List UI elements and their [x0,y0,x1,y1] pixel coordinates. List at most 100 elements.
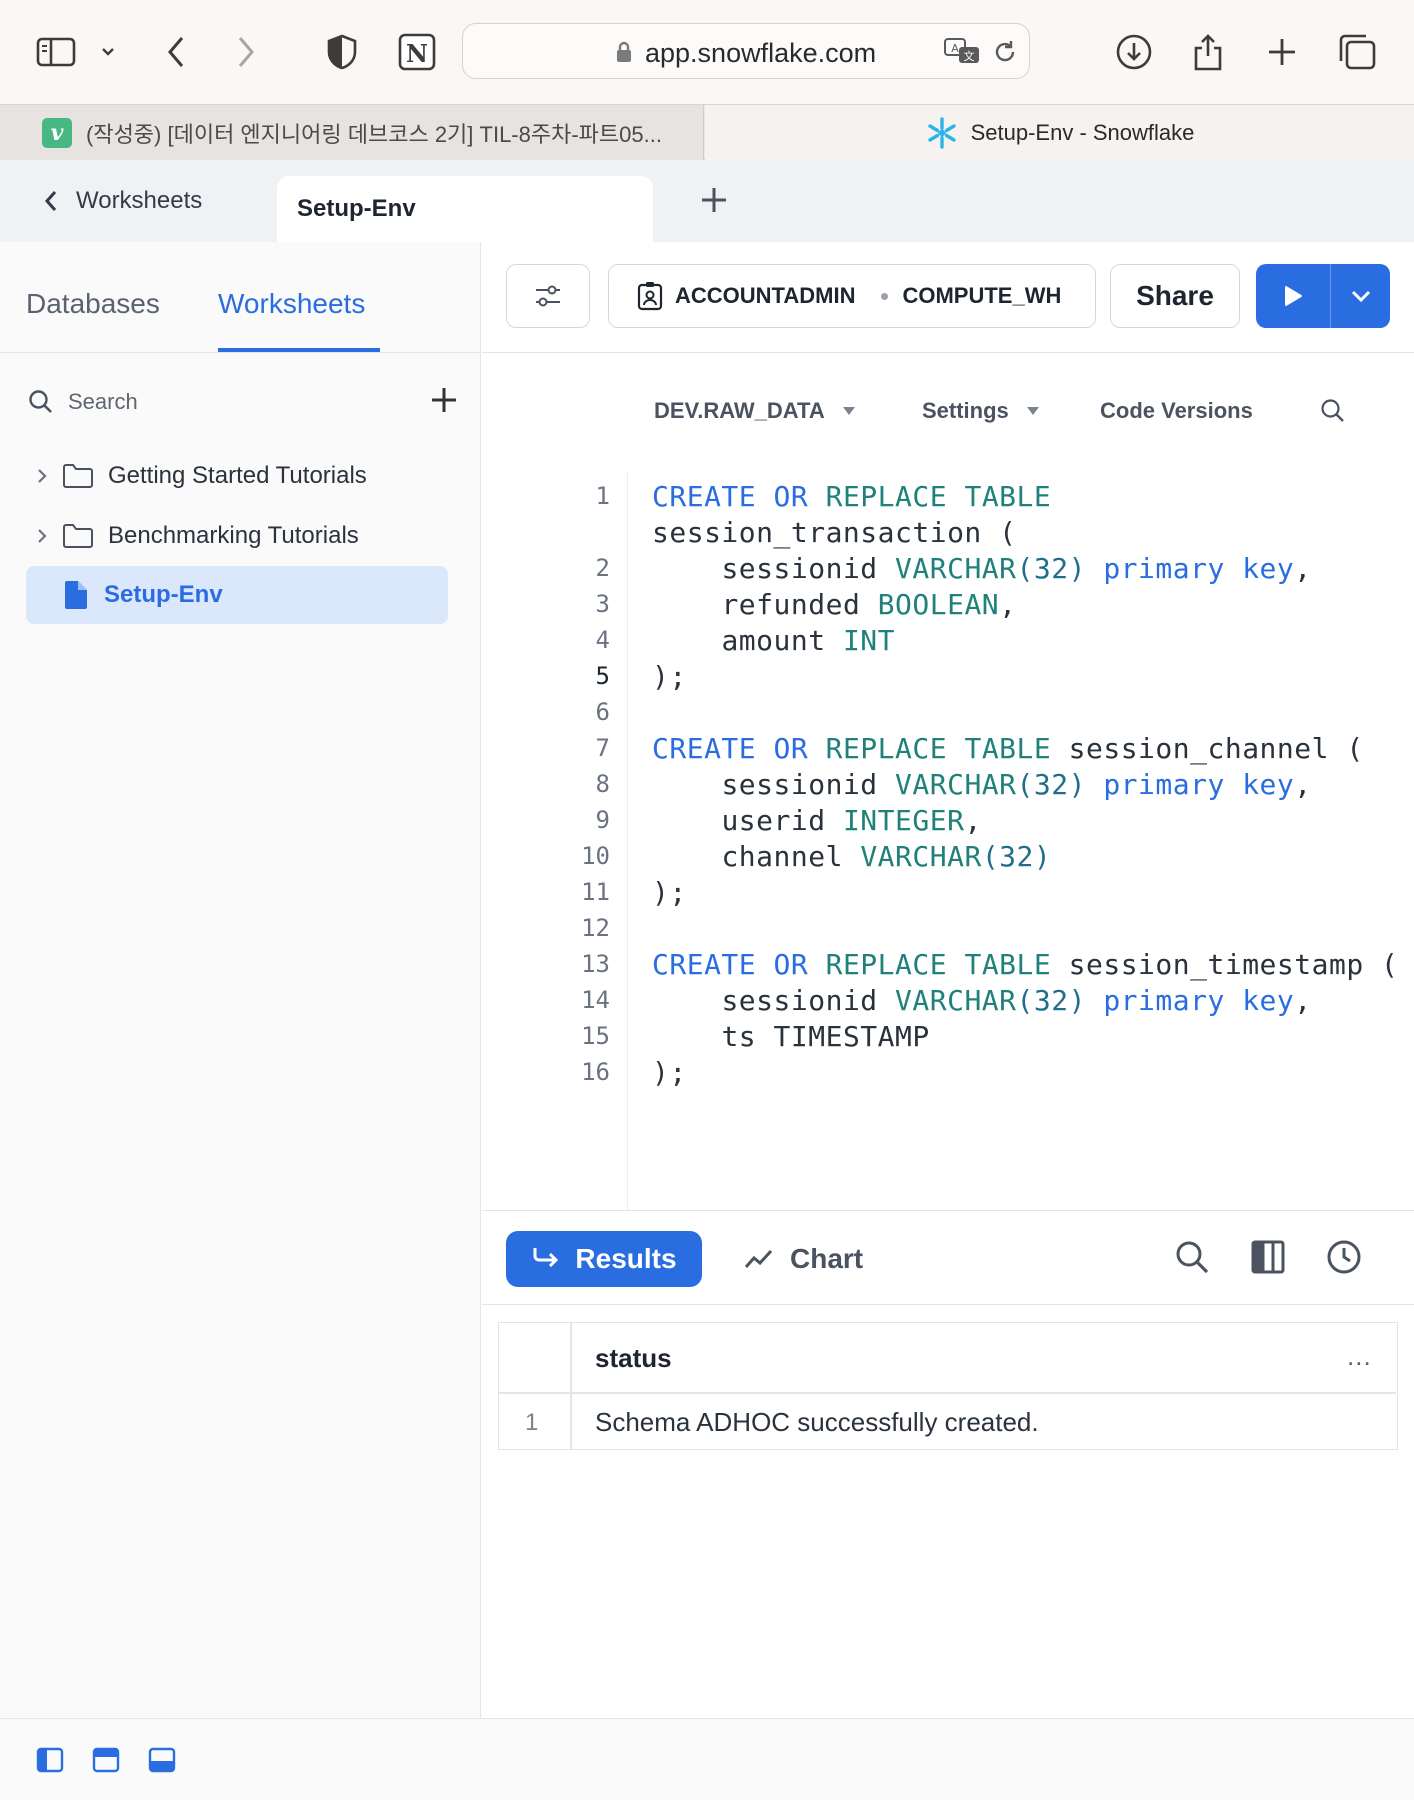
line-number: 15 [581,1022,610,1050]
tab-databases[interactable]: Databases [26,288,160,320]
search-input[interactable]: Search [28,382,458,422]
add-worksheet-button[interactable] [430,382,458,422]
results-tab-button[interactable]: Results [506,1231,702,1287]
download-icon[interactable] [1114,24,1154,80]
results-toolbar: Results Chart [482,1210,1414,1305]
tab-overview-icon[interactable] [1336,24,1378,80]
editor-toolbar: ACCOUNTADMIN COMPUTE_WH Share [482,242,1414,353]
address-bar[interactable]: app.snowflake.com A文 [462,23,1030,79]
columns-icon[interactable] [1250,1239,1286,1275]
chevron-right-icon[interactable] [36,527,48,545]
forward-icon[interactable] [230,24,262,80]
worksheet-label: Setup-Env [104,581,223,608]
line-number: 7 [595,734,610,762]
separator-dot [881,292,889,300]
bottom-panel-toggle-icon[interactable] [148,1747,176,1773]
run-options-button[interactable] [1331,264,1390,328]
notion-extension-icon[interactable]: N [396,24,438,80]
line-number: 11 [581,878,610,906]
plus-icon [432,388,456,412]
left-panel-toggle-icon[interactable] [36,1747,64,1773]
role-warehouse-selector[interactable]: ACCOUNTADMIN COMPUTE_WH [608,264,1096,328]
chevron-right-icon[interactable] [36,467,48,485]
settings-label: Settings [922,398,1009,423]
share-button[interactable]: Share [1110,264,1240,328]
add-worksheet-tab-button[interactable] [700,186,728,217]
code-line: ts TIMESTAMP [721,1020,930,1053]
sidebar: Databases Worksheets Search Getting Star… [0,242,481,1718]
settings-dropdown[interactable]: Settings [922,398,1039,424]
row-number: 1 [525,1409,539,1436]
role-name: ACCOUNTADMIN [675,283,856,308]
svg-text:A: A [951,42,959,55]
search-icon[interactable] [1320,398,1346,424]
lock-icon [617,41,631,62]
column-menu-button[interactable]: ... [1347,1341,1372,1372]
gutter-divider [627,472,628,1210]
sidebar-tabs: Databases Worksheets [0,242,480,353]
reload-icon[interactable] [991,38,1019,66]
folder-icon [63,524,93,548]
filter-settings-button[interactable] [506,264,590,328]
new-tab-icon[interactable] [1264,24,1300,80]
play-icon [1285,286,1302,306]
warehouse-name: COMPUTE_WH [902,283,1062,308]
code-line: sessionid VARCHAR(32) primary key, [721,768,1312,801]
back-to-worksheets-button[interactable]: Worksheets [44,186,202,216]
sliders-icon [536,285,560,307]
code-versions-label: Code Versions [1100,398,1253,423]
code-line: CREATE OR REPLACE TABLE [652,480,1052,513]
line-number: 8 [595,770,610,798]
table-cell-status[interactable]: Schema ADHOC successfully created. [595,1407,1039,1438]
chevron-left-icon [44,191,57,211]
chevron-down-icon [1351,290,1370,303]
browser-toolbar: N app.snowflake.com A文 [0,0,1414,104]
code-line: CREATE OR REPLACE TABLE session_timestam… [652,948,1399,981]
grid-divider [570,1323,572,1449]
code-line: amount INT [721,624,896,657]
results-panel: status ... 1 Schema ADHOC successfully c… [482,1306,1414,1718]
caret-down-icon [842,407,855,415]
code-versions-button[interactable]: Code Versions [1100,398,1253,424]
line-number: 14 [581,986,610,1014]
code-line: userid INTEGER, [721,804,982,837]
worksheet-file-icon [65,581,87,609]
line-number: 6 [595,698,610,726]
translate-icon[interactable]: A文 [943,36,981,66]
column-header-status[interactable]: status [595,1343,672,1374]
privacy-shield-icon[interactable] [324,24,360,80]
chart-tab-button[interactable]: Chart [744,1231,863,1287]
active-tab-indicator [218,348,380,352]
database-schema-selector[interactable]: DEV.RAW_DATA [654,398,855,424]
folder-getting-started-tutorials[interactable]: Getting Started Tutorials [26,447,448,505]
code-line: ); [652,876,687,909]
tab-worksheets[interactable]: Worksheets [218,288,365,320]
top-panel-toggle-icon[interactable] [92,1747,120,1773]
chevron-down-icon[interactable] [98,24,118,80]
history-clock-icon[interactable] [1326,1239,1362,1275]
worksheet-tab-active[interactable]: Setup-Env [277,176,653,242]
folder-benchmarking-tutorials[interactable]: Benchmarking Tutorials [26,507,448,565]
worksheet-item-setup-env[interactable]: Setup-Env [26,566,448,624]
search-placeholder: Search [68,389,138,414]
search-icon [29,390,52,413]
browser-tab-snowflake[interactable]: Setup-Env - Snowflake [705,105,1414,160]
chart-label: Chart [790,1243,864,1274]
share-icon[interactable] [1190,24,1226,80]
code-line: session_transaction ( [652,516,1017,549]
sql-editor[interactable]: 1 2 3 4 5 6 7 8 9 10 11 12 13 14 15 16 C… [482,466,1414,1210]
line-number: 10 [581,842,610,870]
run-button[interactable] [1256,264,1330,328]
code-line: ); [652,660,687,693]
line-number: 16 [581,1058,610,1086]
browser-tab-velog[interactable]: v (작성중) [데이터 엔지니어링 데브코스 2기] TIL-8주차-파트05… [0,105,704,160]
line-number: 13 [581,950,610,978]
worksheet-tab-bar: Worksheets Setup-Env [0,160,1414,242]
search-icon[interactable] [1174,1239,1210,1275]
back-label: Worksheets [76,187,203,214]
sidebar-toggle-icon[interactable] [34,24,78,80]
line-chart-icon [744,1249,773,1268]
line-number: 3 [595,590,610,618]
grid-divider [499,1392,1396,1394]
back-icon[interactable] [160,24,192,80]
